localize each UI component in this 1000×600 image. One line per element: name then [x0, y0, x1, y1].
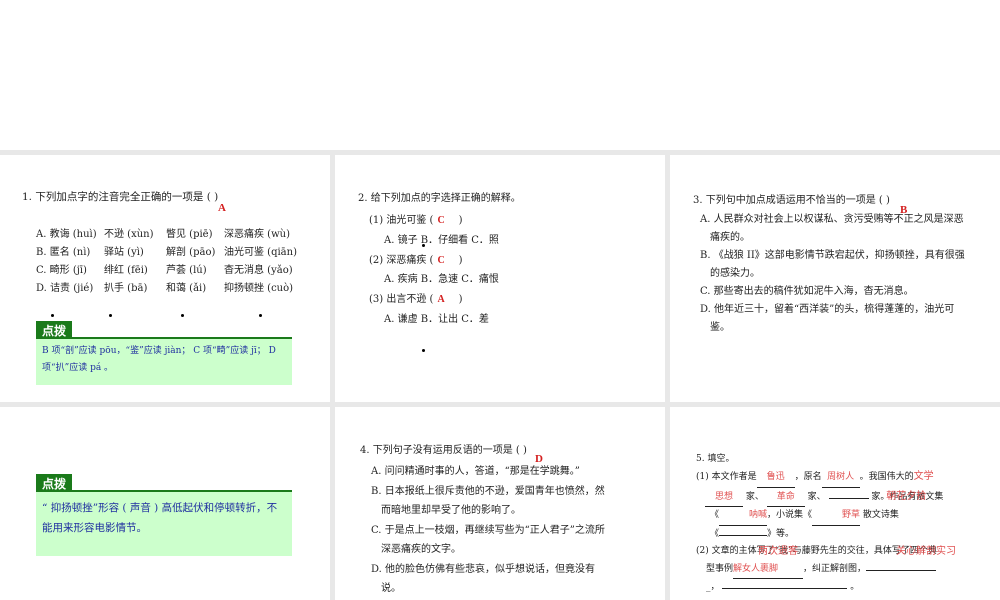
text: 。: [850, 582, 860, 592]
option-line: 而暗地里却早受了他的影响了。: [381, 505, 521, 516]
option-line: D. 他的脸色仿佛有些悲哀，似乎想说话，但竟没有: [371, 563, 596, 575]
option-line: 痛疾的。: [710, 232, 750, 243]
text: _，: [706, 582, 720, 592]
blank-answer: 鲁迅: [756, 469, 795, 488]
option-cell: 深恶痛疾 (wù): [224, 229, 290, 240]
q1-answer: A: [218, 202, 226, 214]
text: (1) 本文作者是: [696, 472, 757, 482]
text: 《: [710, 510, 720, 520]
blank-answer: 革命: [766, 489, 805, 507]
blank-answer: 两次退客: [758, 546, 798, 557]
option-cell: 解剖 (pāo): [166, 247, 216, 258]
text: 。我国伟大的: [859, 472, 914, 482]
option-line: D. 他年近三十，留着“西洋装”的头，梳得蓬蓬的，油光可: [700, 304, 955, 315]
option-line: 鉴。: [710, 322, 730, 333]
blank-answer: 呐喊: [719, 507, 768, 526]
option-line: B. 日本报纸上很斥责他的不逊，爱国青年也愤然，然: [371, 485, 605, 497]
emphasis-dot: [422, 349, 425, 352]
sub-question: (2) 深恶痛疾 (: [369, 254, 434, 266]
q5-title: 5. 填空。: [696, 454, 735, 464]
q4-options: A. 问问精通时事的人，答道，“那是在学跳舞。” B. 日本报纸上很斥责他的不逊…: [371, 462, 605, 599]
hint-box: B 项“剖”应读 pōu，“鉴”应读 jiàn； C 项“畸”应读 jī； D …: [36, 337, 292, 385]
slide-6[interactable]: 5. 填空。 (1) 本文作者是 鲁迅 ，原名 周树人 。我国伟大的文学 思想 家、 革…: [670, 407, 1000, 600]
option-line: 深恶痛疾的文字。: [381, 544, 461, 555]
slide-4[interactable]: 点拨 “ 抑扬顿挫”形容 ( 声音 ) 高低起伏和停顿转折，不能用来形容电影情节…: [0, 407, 330, 600]
option-line: A. 人民群众对社会上以权谋私、贪污受贿等不正之风是深恶: [700, 214, 964, 225]
option-cell: A. 教诲 (huì): [36, 229, 97, 240]
text: ，原名: [794, 472, 822, 482]
option-line: 的感染力。: [710, 268, 760, 279]
q5-body: (1) 本文作者是 鲁迅 ，原名 周树人 。我国伟大的文学 思想 家、 革命 家、 家。…: [696, 468, 956, 597]
blank: [719, 534, 768, 536]
hint-box: “ 抑扬顿挫”形容 ( 声音 ) 高低起伏和停顿转折，不能用来形容电影情节。: [36, 490, 292, 556]
q2-title: 2. 给下列加点的字选择正确的解释。: [358, 193, 521, 204]
option-cell: 不逊 (xùn): [104, 229, 154, 240]
text: 散文诗集: [862, 510, 899, 520]
paren: ): [458, 215, 463, 226]
option-cell: 扒手 (bā): [104, 283, 148, 294]
blank-answer: 朝花夕拾: [886, 490, 927, 502]
option-cell: B. 匿名 (nì): [36, 247, 91, 258]
option-cell: 芦荟 (lú): [166, 265, 207, 276]
q1-options: A. 教诲 (huì) 不逊 (xùn) 瞥见 (piē) 深恶痛疾 (wù) B. …: [36, 226, 297, 298]
option-cell: 绯红 (fēi): [104, 265, 148, 276]
slide-3[interactable]: 3. 下列句中加点成语运用不恰当的一项是 ( ) B A. 人民群众对社会上以权…: [670, 155, 1000, 402]
emphasis-dot: [422, 244, 425, 247]
sub-options: A. 疾病 B．急速 C．痛恨: [384, 274, 499, 286]
q4-title: 4. 下列句子没有运用反语的一项是 ( ): [360, 445, 527, 456]
q1-title: 1. 下列加点字的注音完全正确的一项是 ( ): [22, 191, 219, 203]
sub-answer: C: [437, 215, 445, 226]
emphasis-dot: [109, 314, 112, 317]
option-cell: 瞥见 (piē): [166, 229, 213, 240]
option-line: C. 于是点上一枝烟，再继续写些为“正人君子”之流所: [371, 524, 605, 536]
text: 型事例: [706, 563, 734, 574]
sub-answer: A: [437, 294, 445, 306]
option-line: B. 《战狼 II》这部电影情节跌宕起伏，抑扬顿挫，具有很强: [700, 250, 965, 261]
sub-answer: C: [437, 254, 445, 266]
paren: ): [458, 294, 463, 306]
emphasis-dot: [181, 314, 184, 317]
slide-1[interactable]: 1. 下列加点字的注音完全正确的一项是 ( ) A A. 教诲 (huì) 不逊 …: [0, 155, 330, 402]
text: 《: [710, 528, 720, 539]
sub-options: A. 谦虚 B．让出 C．差: [384, 313, 489, 325]
text: 》等。: [767, 528, 795, 539]
slide-2[interactable]: 2. 给下列加点的字选择正确的解释。 (1) 油光可鉴 (C) A. 镜子 B．…: [335, 155, 665, 402]
blank-answer: 关心解剖实习: [896, 546, 956, 557]
blank-answer: 解女人裹脚: [733, 561, 804, 579]
blank-answer: 文学: [913, 471, 934, 482]
option-line: A. 问问精通时事的人，答道，“那是在学跳舞。”: [371, 466, 580, 477]
q3-title: 3. 下列句中加点成语运用不恰当的一项是 ( ): [693, 195, 890, 206]
blank: [722, 588, 848, 589]
blank-answer: 思想: [705, 489, 743, 507]
option-cell: 油光可鉴 (qiān): [224, 247, 297, 258]
emphasis-dot: [51, 314, 54, 317]
sub-question: (3) 出言不逊 (: [369, 294, 434, 306]
text: 家、: [745, 491, 764, 502]
option-cell: D. 诘责 (jié): [36, 283, 94, 294]
blank-answer: 周树人: [821, 469, 860, 488]
text: ，纠正解剖图，: [803, 563, 867, 574]
option-cell: 抑扬顿挫 (cuò): [224, 283, 294, 294]
option-cell: 和蔼 (ǎi): [166, 283, 207, 294]
slide-5[interactable]: 4. 下列句子没有运用反语的一项是 ( ) D A. 问问精通时事的人，答道，“…: [335, 407, 665, 600]
q3-options: A. 人民群众对社会上以权谋私、贪污受贿等不正之风是深恶 痛疾的。 B. 《战狼…: [700, 211, 965, 337]
option-cell: 驿站 (yì): [104, 247, 144, 258]
sub-options: A. 镜子 B．仔细看 C．照: [384, 234, 499, 246]
blank: [828, 497, 869, 499]
text: 家、: [807, 491, 826, 502]
paren: ): [458, 254, 463, 266]
option-line: C. 那些寄出去的稿件犹如泥牛入海，杳无消息。: [700, 286, 914, 297]
blank-answer: 野草: [812, 507, 861, 526]
text: ，小说集《: [767, 510, 813, 520]
option-line: 说。: [381, 583, 401, 594]
emphasis-dot: [259, 314, 262, 317]
sub-question: (1) 油光可鉴 (: [369, 215, 434, 226]
q2-items: (1) 油光可鉴 (C) A. 镜子 B．仔细看 C．照 (2) 深恶痛疾 (C…: [369, 211, 499, 330]
blank: [866, 569, 937, 571]
option-cell: C. 畸形 (jī): [36, 265, 87, 276]
option-cell: 杳无消息 (yǎo): [224, 265, 293, 276]
